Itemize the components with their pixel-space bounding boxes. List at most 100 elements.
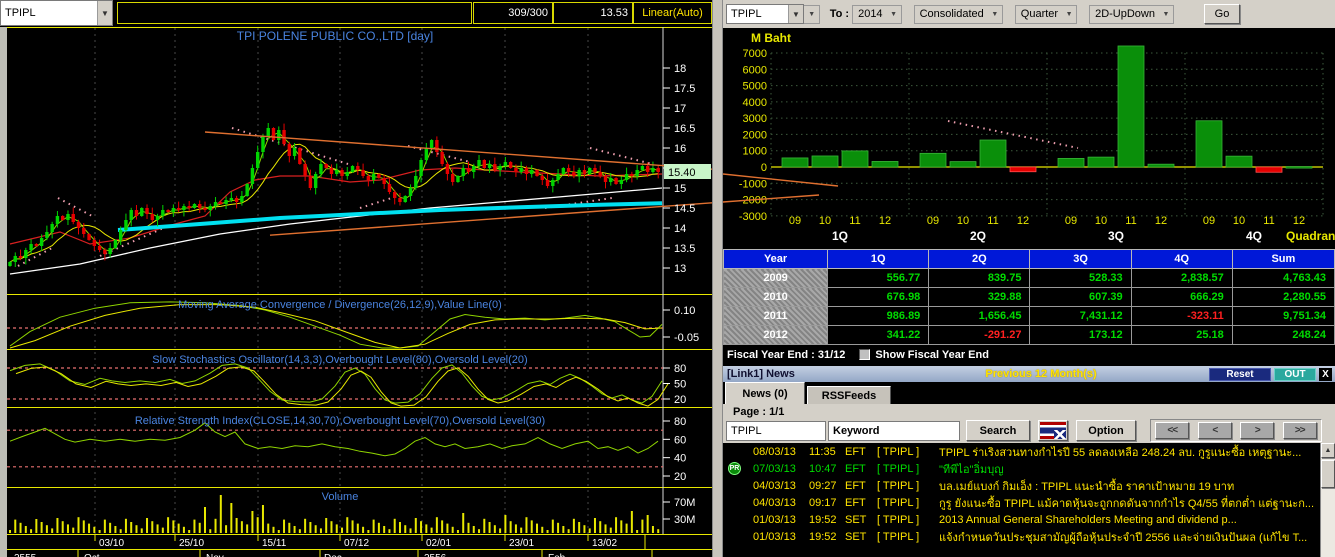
out-button[interactable]: OUT: [1274, 367, 1316, 381]
price-chart: TPI POLENE PUBLIC CO.,LTD [day] 18 17.5 17 1…: [0, 27, 712, 557]
table-row[interactable]: 2011 986.89 1,656.45 7,431.12 -323.11 9,751.3…: [722, 306, 1335, 326]
svg-text:1Q: 1Q: [832, 229, 848, 243]
chevron-down-icon[interactable]: ▼: [788, 5, 803, 23]
column-header-1q[interactable]: 1Q: [827, 249, 930, 269]
news-item[interactable]: PR 07/03/13 10:47 EFT [ TPIPL ] "ทีพีไอ"อิ่มบ…: [723, 460, 1335, 477]
last-page-button[interactable]: >>: [1282, 422, 1317, 439]
chevron-down-icon[interactable]: ▼: [1062, 11, 1076, 18]
news-src: EFT: [845, 496, 866, 509]
symbol-combo[interactable]: TPIPL ▼: [0, 0, 113, 26]
fundamental-panel: TPIPL ▼ From : 2009▼ To : 2014▼ Consolid…: [722, 0, 1335, 557]
scale-mode-button[interactable]: Linear(Auto): [633, 2, 712, 24]
next-page-button[interactable]: >: [1240, 422, 1275, 439]
svg-text:Slow Stochastics Oscillator(14: Slow Stochastics Oscillator(14,3,3),Over…: [152, 354, 527, 366]
scrollbar-thumb[interactable]: [1321, 460, 1335, 488]
svg-text:60: 60: [674, 434, 686, 446]
table-row[interactable]: 2009 556.77 839.75 528.33 2,838.57 4,763.43: [722, 268, 1335, 288]
table-row[interactable]: 2010 676.98 329.88 607.39 666.29 2,280.55: [722, 287, 1335, 307]
news-date: 01/03/13: [753, 513, 796, 526]
first-page-button[interactable]: <<: [1155, 422, 1190, 439]
news-item[interactable]: 01/03/13 19:52 SET [ TPIPL ] 2013 Annual Gen…: [723, 511, 1335, 528]
consolidation-select[interactable]: Consolidated ▼: [913, 4, 1003, 24]
svg-text:23/01: 23/01: [509, 538, 534, 549]
news-list: 08/03/13 11:35 EFT [ TPIPL ] TPIPL ร่าเริงสว…: [723, 443, 1335, 557]
language-flag-button[interactable]: [1038, 420, 1068, 441]
tab-rssfeeds[interactable]: RSSFeeds: [807, 386, 891, 404]
svg-text:4Q: 4Q: [1246, 229, 1262, 243]
svg-text:17: 17: [674, 103, 686, 115]
news-date: 01/03/13: [753, 530, 796, 543]
svg-text:6000: 6000: [743, 64, 767, 76]
svg-text:0.10: 0.10: [674, 305, 695, 317]
value-cell: 839.75: [928, 268, 1031, 288]
chevron-down-icon[interactable]: ▼: [97, 1, 112, 25]
quadrant-toolbar: TPIPL ▼ From : 2009▼ To : 2014▼ Consolid…: [723, 0, 1335, 28]
news-item[interactable]: 08/03/13 11:35 EFT [ TPIPL ] TPIPL ร่าเริงสว…: [723, 443, 1335, 460]
show-fiscal-checkbox[interactable]: [859, 349, 871, 360]
reset-button[interactable]: Reset: [1209, 367, 1271, 381]
svg-text:12: 12: [1017, 215, 1029, 227]
column-header-3q[interactable]: 3Q: [1029, 249, 1132, 269]
news-pager: << < > >>: [1150, 419, 1322, 442]
chevron-down-icon[interactable]: ▼: [988, 11, 1002, 18]
news-item[interactable]: 01/03/13 19:52 SET [ TPIPL ] แจ้งกำหนดวันประ…: [723, 528, 1335, 545]
column-header-2q[interactable]: 2Q: [928, 249, 1031, 269]
year-cell: 2009: [722, 268, 829, 288]
symbol-combo-value: TPIPL: [5, 7, 36, 19]
value-cell: 556.77: [827, 268, 930, 288]
svg-text:14.5: 14.5: [674, 203, 695, 215]
svg-text:3Q: 3Q: [1108, 229, 1124, 243]
scroll-up-arrow-icon[interactable]: ▲: [1321, 443, 1335, 458]
chart-toolbar: TPIPL ▼ 309/300 13.53 Linear(Auto): [0, 0, 712, 27]
chevron-down-icon[interactable]: ▼: [805, 11, 819, 18]
news-date: 07/03/13: [753, 462, 796, 475]
news-sym: [ TPIPL ]: [877, 479, 920, 492]
column-header-4q[interactable]: 4Q: [1130, 249, 1233, 269]
option-button[interactable]: Option: [1076, 420, 1136, 441]
news-sym: [ TPIPL ]: [877, 530, 920, 543]
news-src: SET: [845, 530, 867, 543]
value-cell: 341.22: [827, 325, 930, 345]
svg-text:3000: 3000: [743, 113, 767, 125]
news-item[interactable]: 04/03/13 09:17 EFT [ TPIPL ] กูรู ยังแนะซื้อ…: [723, 494, 1335, 511]
news-time: 09:27: [809, 479, 837, 492]
search-button[interactable]: Search: [966, 420, 1030, 441]
tab-news[interactable]: News (0): [725, 382, 805, 404]
quadrant-symbol-combo[interactable]: TPIPL ▼: [726, 4, 804, 24]
news-symbol-input[interactable]: [726, 420, 826, 441]
bars-count-box: 309/300: [473, 2, 553, 24]
svg-text:12: 12: [879, 215, 891, 227]
column-header-year[interactable]: Year: [722, 249, 829, 269]
svg-text:Dec: Dec: [324, 553, 342, 557]
period-select[interactable]: Quarter ▼: [1014, 4, 1078, 24]
to-year-select[interactable]: 2014 ▼: [852, 4, 902, 24]
value-cell: 2,280.55: [1231, 287, 1335, 307]
info-box: [117, 2, 472, 24]
news-text: 2013 Annual General Shareholders Meeting…: [939, 513, 1237, 526]
news-scrollbar[interactable]: ▲: [1320, 443, 1335, 557]
news-keyword-input[interactable]: [828, 420, 960, 441]
chevron-down-icon[interactable]: ▼: [1159, 11, 1173, 18]
svg-text:40: 40: [674, 453, 686, 465]
prev-page-button[interactable]: <: [1197, 422, 1232, 439]
news-item[interactable]: 04/03/13 09:27 EFT [ TPIPL ] บล.เมย์แบงก์ กิ…: [723, 477, 1335, 494]
chart-type-select[interactable]: 2D-UpDown ▼: [1089, 4, 1174, 24]
svg-text:09: 09: [1065, 215, 1077, 227]
column-header-sum[interactable]: Sum: [1231, 249, 1335, 269]
news-range-label: Previous 12 Month(s): [985, 368, 1097, 380]
chevron-down-icon[interactable]: ▼: [887, 11, 901, 18]
svg-text:15/11: 15/11: [262, 538, 287, 549]
panel-divider[interactable]: [712, 0, 723, 557]
close-icon[interactable]: X: [1319, 367, 1332, 381]
value-cell: 25.18: [1130, 325, 1233, 345]
table-row[interactable]: 2012 341.22 -291.27 173.12 25.18 248.24: [722, 325, 1335, 345]
fiscal-year-bar: Fiscal Year End : 31/12 Show Fiscal Year…: [723, 345, 1335, 364]
svg-text:12: 12: [1293, 215, 1305, 227]
svg-text:13: 13: [674, 263, 686, 275]
value-cell: 986.89: [827, 306, 930, 326]
svg-text:Moving Average Convergence / D: Moving Average Convergence / Divergence(…: [178, 299, 502, 311]
go-button[interactable]: Go: [1204, 4, 1240, 24]
svg-text:4000: 4000: [743, 97, 767, 109]
svg-text:50: 50: [674, 379, 686, 391]
left-edge-strip[interactable]: [0, 27, 7, 557]
